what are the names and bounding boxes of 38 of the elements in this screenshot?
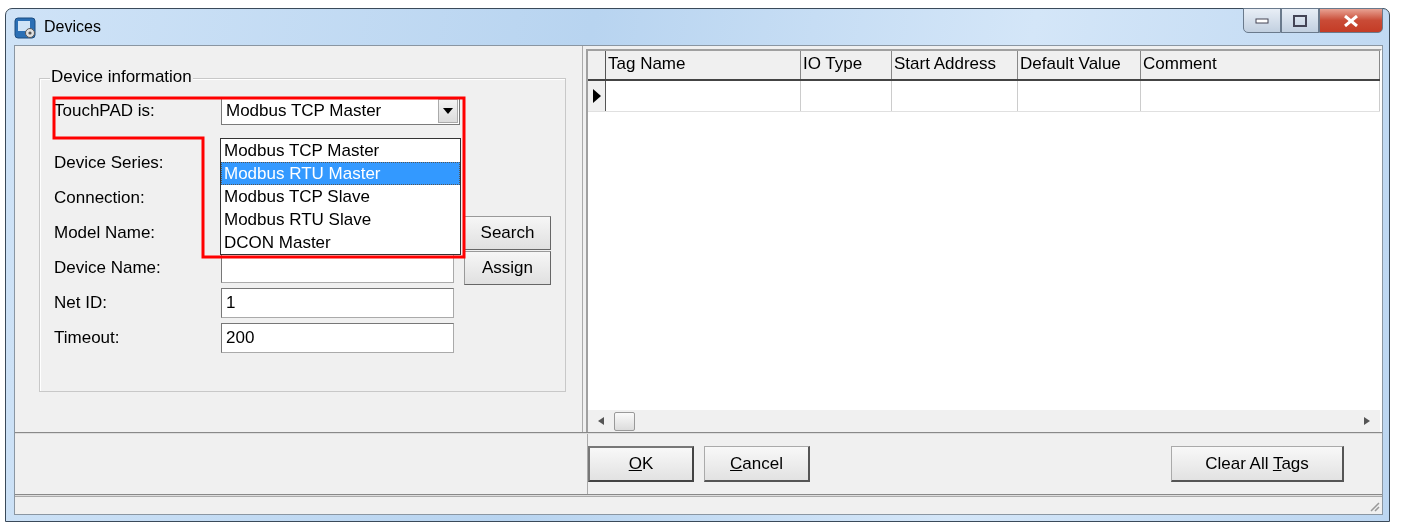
dropdown-option[interactable]: Modbus TCP Slave [221, 185, 460, 208]
resize-grip-icon[interactable] [1368, 500, 1380, 512]
close-icon [1343, 14, 1359, 27]
scroll-left-icon[interactable] [598, 417, 604, 425]
field-label: Device Name: [54, 257, 162, 278]
column-header[interactable]: Tag Name [606, 51, 801, 79]
text-field[interactable]: 1 [221, 287, 454, 318]
field-label: TouchPAD is: [54, 101, 156, 121]
column-header[interactable]: Start Address [892, 51, 1018, 79]
maximize-button[interactable] [1281, 8, 1319, 33]
action-button[interactable]: Assign [464, 250, 551, 285]
field-label: Connection: [54, 187, 146, 208]
field-label: Device Series: [54, 152, 165, 173]
column-header[interactable]: IO Type [801, 51, 892, 79]
text-field[interactable]: 200 [221, 322, 454, 353]
dialog-button[interactable]: OK [588, 446, 694, 482]
window-title: Devices [44, 18, 101, 36]
maximize-icon [1293, 14, 1307, 27]
dropdown-option[interactable]: Modbus RTU Slave [221, 208, 460, 231]
field-label: Net ID: [54, 292, 108, 313]
column-header[interactable]: Comment [1141, 51, 1380, 79]
row-header[interactable] [588, 81, 606, 111]
minimize-icon [1255, 17, 1269, 24]
close-button[interactable] [1319, 8, 1383, 33]
action-button[interactable]: Search [464, 215, 551, 250]
scroll-right-icon[interactable] [1364, 417, 1370, 425]
dialog-button[interactable]: Cancel [704, 446, 810, 482]
dropdown-option[interactable]: Modbus TCP Master [221, 139, 460, 162]
dropdown-option[interactable]: DCON Master [221, 231, 460, 254]
dialog-button[interactable]: Clear All Tags [1171, 446, 1344, 482]
caret-icon [443, 108, 453, 114]
app-gear-icon [14, 17, 36, 39]
column-header[interactable]: Default Value [1018, 51, 1141, 79]
header-corner [588, 51, 606, 79]
field-label: Model Name: [54, 222, 157, 243]
minimize-button[interactable] [1243, 8, 1281, 33]
scroll-thumb[interactable] [614, 411, 635, 431]
field-label: Timeout: [54, 327, 121, 348]
